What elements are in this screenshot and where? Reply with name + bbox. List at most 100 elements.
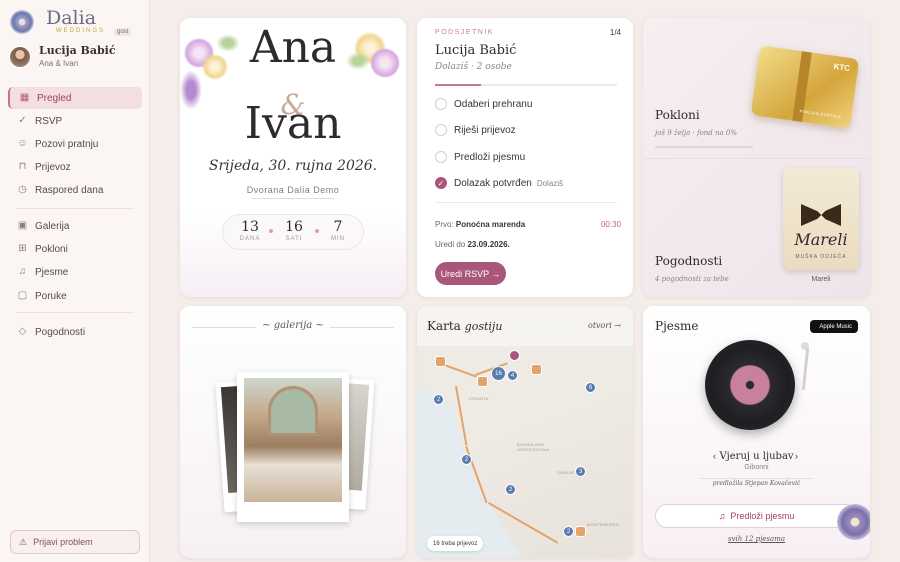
map-marker[interactable] — [575, 526, 586, 537]
apple-music-badge[interactable]: Apple Music — [810, 320, 858, 333]
nav-label: Pokloni — [35, 243, 68, 255]
checkmark-icon: ✓ — [435, 177, 447, 189]
first-event-time: 00:30 — [600, 220, 621, 229]
songs-title: Pjesme — [655, 319, 699, 333]
tonearm-icon — [801, 347, 810, 391]
nav-label: RSVP — [35, 115, 63, 127]
map-place-label: MONTENEGRO — [587, 522, 620, 527]
gift-card-text: POKLON KARTICA — [799, 108, 842, 120]
gifts-progress — [655, 146, 753, 148]
nav-item-rsvp[interactable]: ✓ RSVP — [8, 110, 142, 132]
task-label: Dolazak potvrđen — [454, 177, 532, 189]
flower-decoration — [837, 504, 870, 540]
partner-caption: Mareli — [811, 276, 831, 283]
nav-item-pjesme[interactable]: ♫ Pjesme — [8, 261, 142, 283]
edit-rsvp-button[interactable]: Uredi RSVP → — [435, 262, 506, 285]
gift-card-image[interactable]: KTC POKLON KARTICA — [750, 45, 860, 129]
nav-item-pokloni[interactable]: ⊞ Pokloni — [8, 238, 142, 260]
open-map-link[interactable]: otvori → — [588, 321, 621, 330]
all-songs-link[interactable]: svih 12 pjesama — [643, 535, 870, 543]
reminder-page-indicator[interactable]: 1/4 — [610, 28, 621, 37]
countdown-separator — [269, 229, 273, 233]
nav-item-pogodnosti[interactable]: ◇ Pogodnosti — [8, 321, 142, 343]
role-badge: gost — [114, 28, 132, 36]
report-problem-button[interactable]: ⚠ Prijavi problem — [10, 530, 140, 554]
map-cluster[interactable]: 3 — [575, 466, 586, 477]
checkbox-icon — [435, 151, 447, 163]
nav-item-poruke[interactable]: ▢ Poruke — [8, 285, 142, 307]
map-place-label: CROATIA — [469, 396, 489, 401]
nav-item-raspored-dana[interactable]: ◷ Raspored dana — [8, 179, 142, 201]
task-song[interactable]: Predloži pjesmu — [435, 149, 525, 165]
map-marker[interactable] — [435, 356, 446, 367]
next-song-button[interactable]: › — [795, 451, 798, 461]
map-cluster[interactable]: 6 — [585, 382, 596, 393]
car-icon: ⊓ — [18, 161, 27, 172]
map-cluster[interactable]: 2 — [461, 454, 472, 465]
guest-map-card[interactable]: CROATIA BOSNIA AND HERZEGOVINA SARAJEVO … — [417, 306, 633, 558]
check-circle-icon: ✓ — [18, 115, 27, 126]
edit-deadline: Uredi do 23.09.2026. — [435, 240, 510, 249]
partner-logo-sub: MUŠKA ODJEĆA — [795, 254, 847, 260]
attendance-status: Dolaziš · 2 osobe — [435, 62, 512, 72]
user-profile[interactable]: Lucija Babić Ana & Ivan — [9, 44, 144, 74]
partner-logo-card[interactable]: Mareli MUŠKA ODJEĆA — [783, 168, 859, 270]
image-icon: ▣ — [17, 220, 28, 231]
perks-title[interactable]: Pogodnosti — [655, 254, 722, 268]
task-rsvp-confirmed[interactable]: ✓ Dolazak potvrđen Dolaziš — [435, 175, 563, 191]
guest-name: Lucija Babić — [435, 43, 517, 58]
nav-item-pregled[interactable]: ▦ Pregled — [8, 87, 142, 109]
task-label: Riješi prijevoz — [454, 124, 516, 136]
nav-label: Pogodnosti — [35, 326, 86, 338]
user-plus-icon: ☺ — [17, 138, 28, 149]
avatar — [9, 46, 31, 68]
venue-underline — [252, 198, 334, 199]
clock-icon: ◷ — [18, 184, 27, 195]
map-cluster[interactable]: 4 — [507, 370, 518, 381]
nav-label: Pozovi pratnju — [35, 138, 99, 150]
task-diet[interactable]: Odaberi prehranu — [435, 96, 532, 112]
partner-logo-text: Mareli — [794, 230, 848, 249]
map-canvas[interactable]: CROATIA BOSNIA AND HERZEGOVINA SARAJEVO … — [417, 346, 633, 558]
gifts-title[interactable]: Pokloni — [655, 108, 700, 122]
countdown-hours: 16 SATI — [279, 219, 309, 242]
suggest-song-button[interactable]: ♫ Predloži pjesmu — [655, 504, 858, 528]
map-cluster[interactable]: 16 — [491, 366, 506, 381]
gallery-card[interactable]: ~ galerija ~ — [180, 306, 406, 558]
photo-front[interactable] — [237, 372, 349, 522]
nav-item-prijevoz[interactable]: ⊓ Prijevoz — [8, 156, 142, 178]
nav-item-pozovi-pratnju[interactable]: ☺ Pozovi pratnju — [8, 133, 142, 155]
map-marker[interactable] — [531, 364, 542, 375]
map-title: Karta gostiju — [427, 319, 502, 333]
hero-card: Ana & Ivan Srijeda, 30. rujna 2026. Dvor… — [180, 18, 406, 297]
brand[interactable]: Dalia WEDDINGS gost — [10, 7, 145, 40]
bride-name: Ana — [249, 22, 337, 73]
map-cluster[interactable]: 2 — [563, 526, 574, 537]
countdown-minutes: 7 MIN — [323, 219, 353, 242]
report-label: Prijavi problem — [33, 537, 93, 547]
venue-name: Dvorana Dalia Demo — [246, 185, 340, 195]
edit-date: 23.09.2026. — [467, 240, 510, 249]
music-icon: ♫ — [18, 266, 27, 277]
task-note: Dolaziš — [536, 178, 564, 188]
venue-pin-icon[interactable] — [509, 350, 520, 361]
message-icon: ▢ — [17, 290, 28, 301]
first-event: Prvo: Ponoćna marenda — [435, 220, 525, 229]
gallery-title: ~ galerija ~ — [262, 320, 324, 331]
vinyl-record-icon — [705, 340, 795, 430]
countdown-days: 13 DANA — [235, 219, 265, 242]
task-transport[interactable]: Riješi prijevoz — [435, 122, 516, 138]
map-marker[interactable] — [477, 376, 488, 387]
reminder-card: PODSJETNIK 1/4 Lucija Babić Dolaziš · 2 … — [417, 18, 633, 297]
bowtie-icon — [801, 204, 841, 226]
nav-label: Pjesme — [35, 266, 69, 278]
wedding-date: Srijeda, 30. rujna 2026. — [208, 158, 378, 174]
arch-window — [268, 386, 318, 436]
task-label: Predloži pjesmu — [454, 151, 526, 163]
map-place-label: BOSNIA AND HERZEGOVINA — [517, 442, 550, 452]
grid-icon: ▦ — [19, 92, 30, 103]
map-cluster[interactable]: 2 — [433, 394, 444, 405]
map-cluster[interactable]: 2 — [505, 484, 516, 495]
progress-track — [435, 84, 617, 86]
nav-item-galerija[interactable]: ▣ Galerija — [8, 215, 142, 237]
